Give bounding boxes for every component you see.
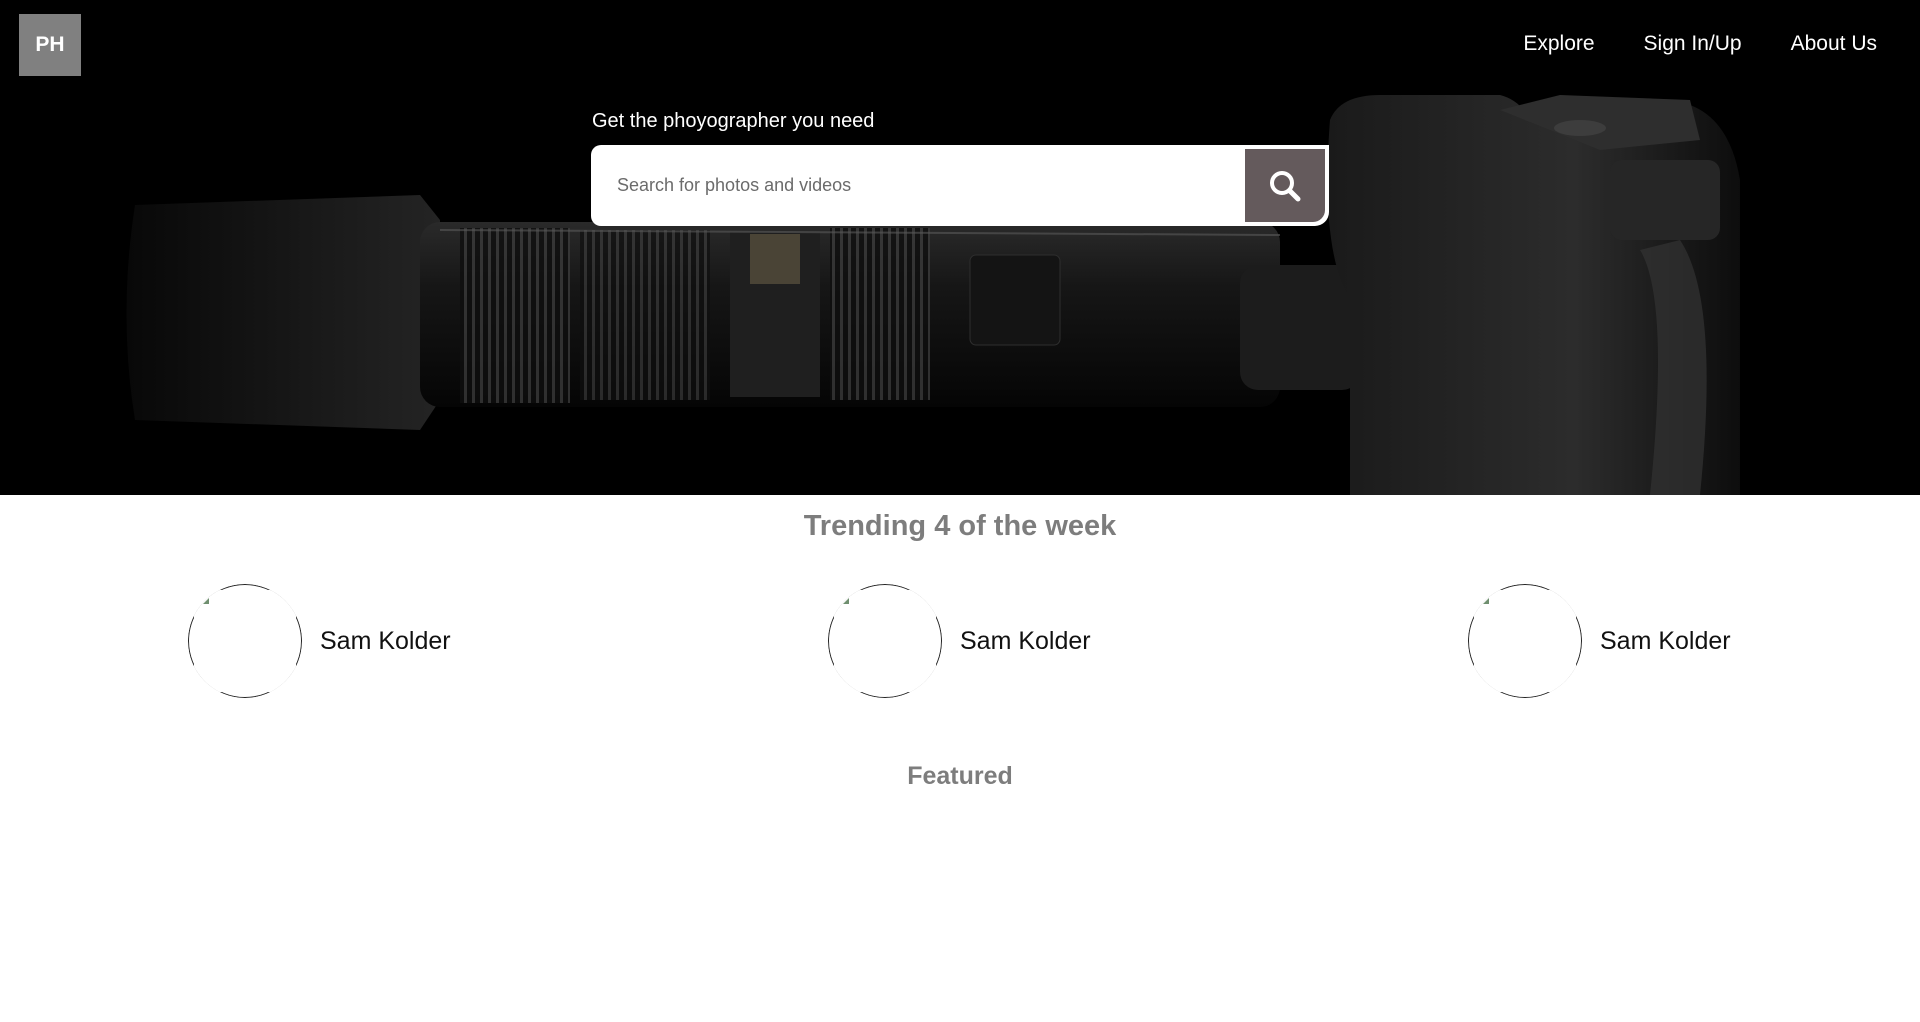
nav-link-sign-in-up[interactable]: Sign In/Up (1644, 32, 1742, 56)
photographer-card[interactable]: Sam Kolder (828, 584, 1091, 698)
trending-title: Trending 4 of the week (803, 510, 1117, 542)
avatar (188, 584, 302, 698)
search-icon (1270, 170, 1301, 201)
search-button[interactable] (1245, 149, 1325, 222)
avatar (1468, 584, 1582, 698)
camera-background-image (126, 95, 1740, 495)
hero-banner: PH Explore Sign In/Up About Us Get the p… (0, 0, 1920, 495)
featured-title: Featured (907, 762, 1013, 790)
photographer-name[interactable]: Sam Kolder (1600, 627, 1731, 656)
trending-list: Sam Kolder Sam Kolder Sam Kolder (0, 584, 1920, 698)
nav-link-about-us[interactable]: About Us (1791, 32, 1877, 56)
photographer-card[interactable]: Sam Kolder (1468, 584, 1731, 698)
photographer-card[interactable]: Sam Kolder (188, 584, 451, 698)
brand-logo[interactable]: PH (19, 14, 81, 76)
photographer-name[interactable]: Sam Kolder (320, 627, 451, 656)
search-input[interactable] (591, 145, 1245, 226)
photographer-name[interactable]: Sam Kolder (960, 627, 1091, 656)
avatar (828, 584, 942, 698)
search-bar (591, 145, 1329, 226)
nav-link-explore[interactable]: Explore (1523, 32, 1594, 56)
search-caption: Get the phoyographer you need (592, 110, 875, 132)
main-nav: Explore Sign In/Up About Us (1523, 32, 1877, 56)
